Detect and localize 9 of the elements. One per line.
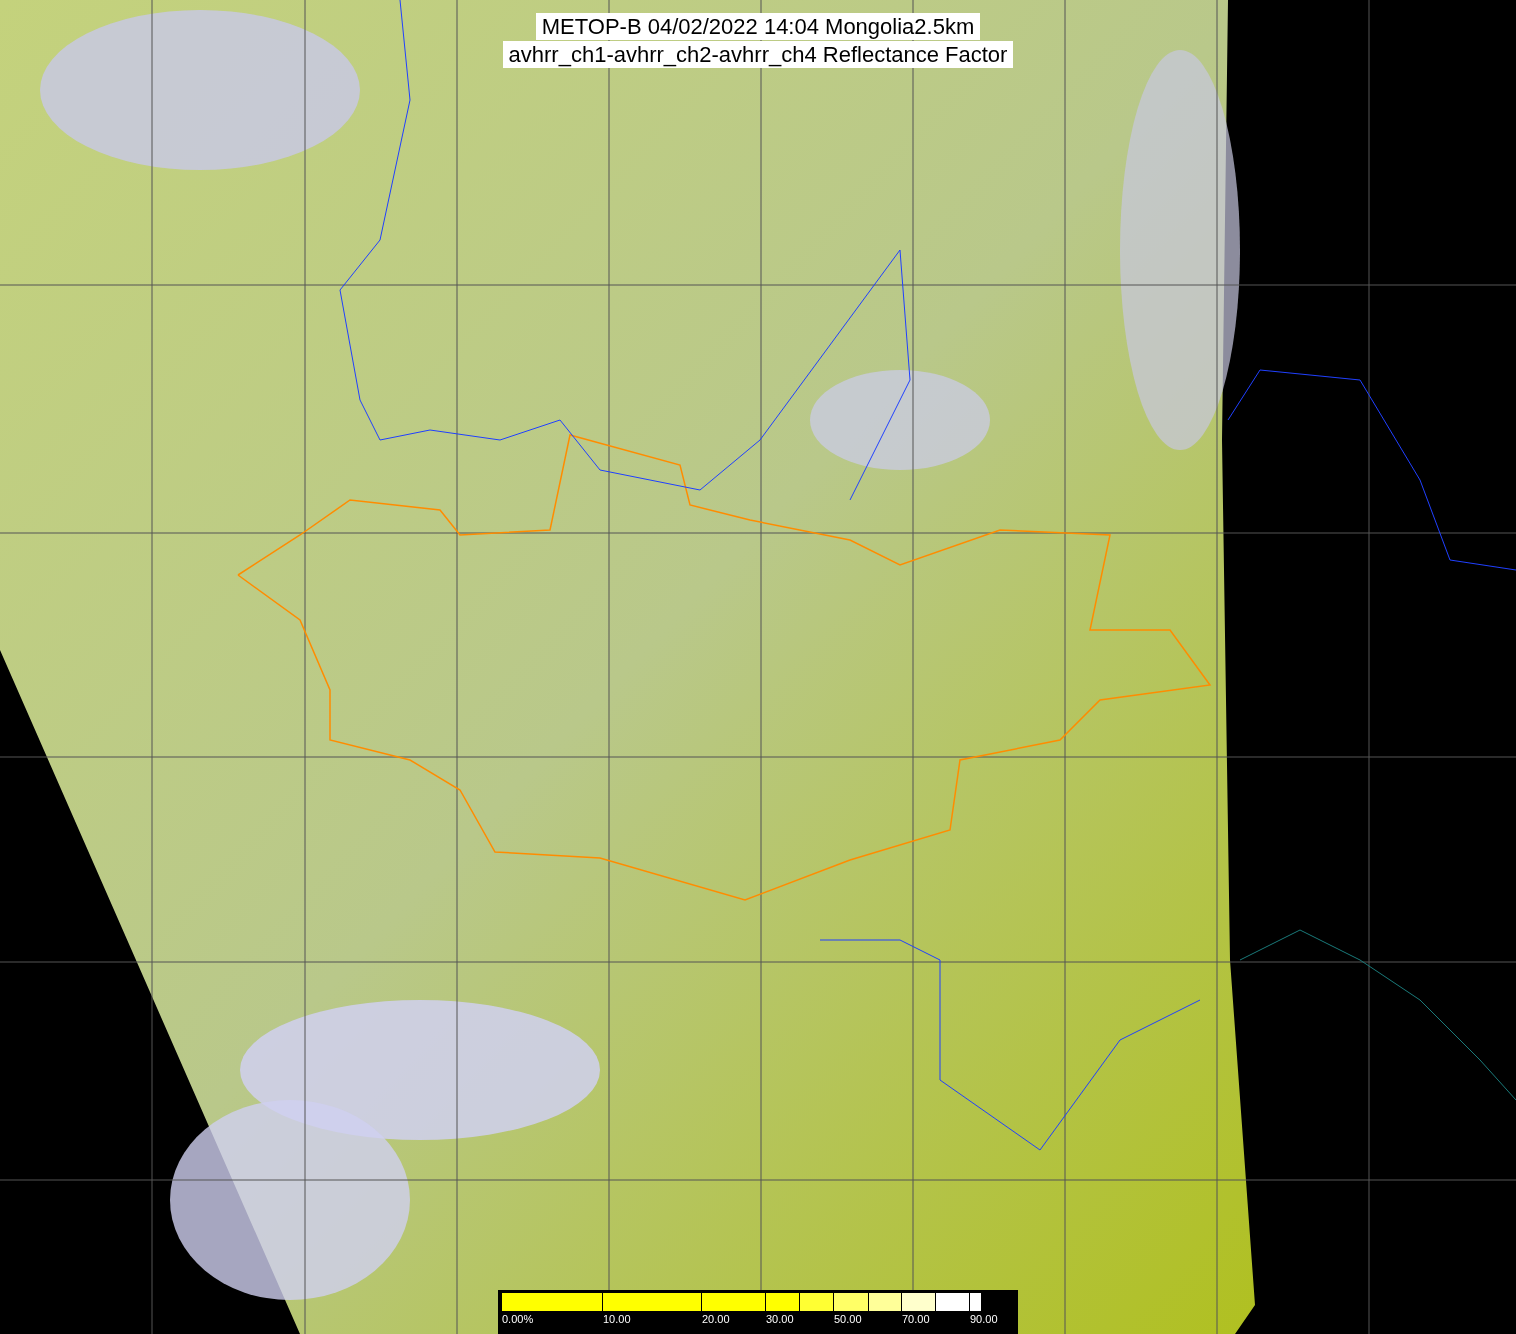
map-subtitle: avhrr_ch1-avhrr_ch2-avhrr_ch4 Reflectance Factor — [502, 41, 1014, 68]
colorbar-tick-label: 10.00 — [603, 1313, 631, 1325]
colorbar-tick-label: 70.00 — [902, 1313, 930, 1325]
colorbar-tick-label: 0.00% — [502, 1313, 534, 1325]
colorbar-tick-label: 50.00 — [834, 1313, 862, 1325]
colorbar-tick-label: 30.00 — [766, 1313, 794, 1325]
colorbar-tick-label: 20.00 — [702, 1313, 730, 1325]
colorbar-tick-label: 90.00 — [970, 1313, 998, 1325]
map-title: METOP-B 04/02/2022 14:04 Mongolia2.5km — [535, 13, 981, 40]
